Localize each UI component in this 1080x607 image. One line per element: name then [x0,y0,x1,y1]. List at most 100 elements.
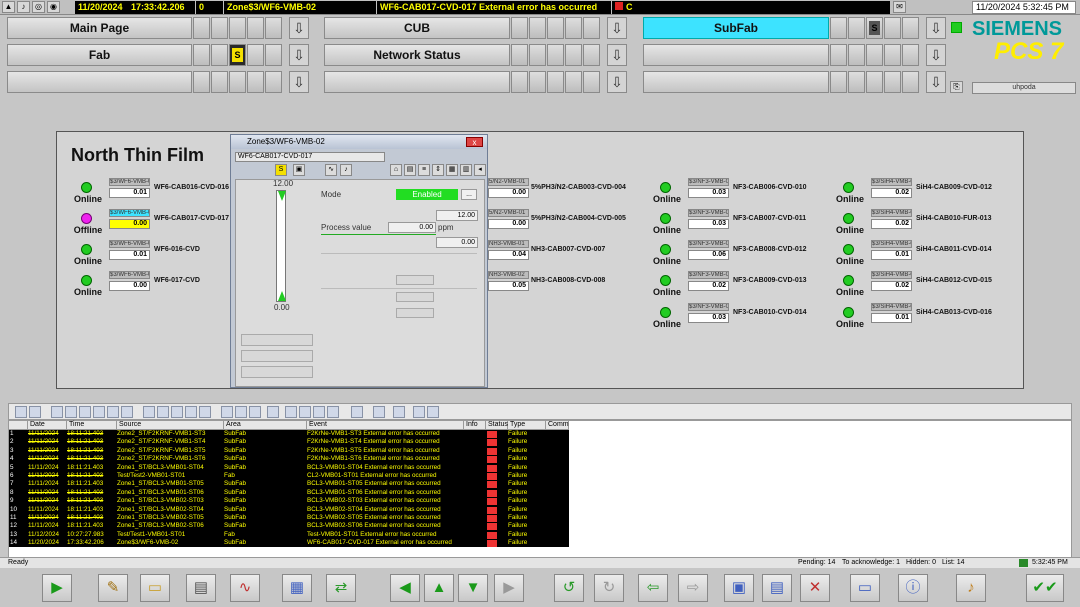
home-icon[interactable]: ⌂ [390,164,402,176]
acknowledge-icon[interactable]: ♪ [17,1,30,13]
table-row[interactable]: 14 11/20/2024 17:33:42.206 Zone$3/WF6-VMB-0… [9,539,569,548]
arrow-down-icon[interactable]: ⇩ [607,44,627,66]
last-icon[interactable] [327,406,339,418]
report-icon[interactable]: ▤ [186,574,216,602]
device-block[interactable]: Offline $3/WF6-VMB-0 0.00 WF6-CAB017-CVD… [72,209,252,239]
table-row[interactable]: 12 11/11/2024 18:11:21.403 Zone1_ST/BCL3-VM… [9,522,569,531]
tools-icon[interactable]: ✎ [98,574,128,602]
horn-icon[interactable]: ▲ [2,1,15,13]
area-empty-button[interactable] [324,71,510,93]
delete-picture-icon[interactable]: ✕ [800,574,830,602]
clipboard-icon[interactable]: ▦ [282,574,312,602]
arrow-down-icon[interactable]: ▼ [458,574,488,602]
document-icon[interactable]: ▤ [404,164,416,176]
undo-icon[interactable]: ↺ [554,574,584,602]
empty-button[interactable] [241,334,313,346]
table-row[interactable]: 2 11/11/2024 18:11:21.403 Zone2_ST/F2KRNF-V… [9,438,569,447]
table-row[interactable]: 13 11/12/2024 10:27:27.983 Test/Test1-VMB01… [9,530,569,540]
select-icon[interactable] [157,406,169,418]
device-block[interactable]: 5/N2-VMB-01 0.00 5%PH3/N2-CAB003-CVD-004 [488,178,668,208]
column-header-info[interactable]: Info [464,421,486,430]
mode-button[interactable]: ... [461,189,477,200]
high-limit-field[interactable]: 12.00 [436,210,478,221]
save-picture-icon[interactable]: ▤ [762,574,792,602]
trend-icon[interactable]: ∿ [230,574,260,602]
sort-icon[interactable] [143,406,155,418]
low-limit-field[interactable]: 0.00 [436,237,478,248]
area-main-page-button[interactable]: Main Page [7,17,192,39]
table-row[interactable]: 9 11/11/2024 18:11:21.403 Zone1_ST/BCL3-VMB… [9,497,569,506]
parameter-icon[interactable]: ≡ [418,164,430,176]
device-block[interactable]: NH3-VMB-02 0.05 NH3-CAB008-CVD-008 [488,271,668,301]
column-header-area[interactable]: Area [224,421,307,430]
empty-button[interactable] [241,350,313,362]
column-header-date[interactable]: Date [28,421,67,430]
area-fab-button[interactable]: Fab [7,44,192,66]
previous-icon[interactable] [299,406,311,418]
arrow-up-icon[interactable]: ▲ [424,574,454,602]
area-cub-button[interactable]: CUB [324,17,510,39]
table-row[interactable]: 1 11/11/2024 18:11:21.403 Zone2_ST/F2KRNF-V… [9,430,569,439]
help-icon[interactable] [15,406,27,418]
acknowledge-all-icon[interactable] [65,406,77,418]
device-block[interactable]: Online $3/WF6-VMB-0 0.01 WF6-016-CVD [72,240,252,270]
first-icon[interactable] [285,406,297,418]
table-row[interactable]: 4 11/11/2024 18:11:21.403 Zone2_ST/F2KRNF-V… [9,455,569,464]
arrow-down-icon[interactable]: ⇩ [926,17,946,39]
faceplate-title[interactable]: Zone$3/WF6-VMB-02 [231,135,487,149]
device-block[interactable]: Online $3/SiH4-VMB-04 0.02 SiH4-CAB012-C… [834,271,1014,301]
export-icon[interactable] [221,406,233,418]
close-icon[interactable]: x [466,137,483,147]
monitor-icon[interactable]: ▭ [850,574,880,602]
message-icon[interactable]: ✉ [893,1,906,13]
trend-icon[interactable]: ∿ [325,164,337,176]
reset-icon[interactable]: ◉ [47,1,60,13]
user-field[interactable]: uhpoda [972,82,1076,94]
picture-tree-icon[interactable]: ⇄ [326,574,356,602]
area-empty-button[interactable] [643,44,829,66]
arrow-down-icon[interactable]: ⇩ [289,44,309,66]
s-icon[interactable]: S [275,164,287,176]
device-block[interactable]: Online $3/NF3-VMB-01 0.03 NF3-CAB006-CVD… [651,178,831,208]
device-block[interactable]: Online $3/NF3-VMB-04 0.02 NF3-CAB009-CVD… [651,271,831,301]
device-block[interactable]: Online $3/SiH4-VMB-02 0.02 SiH4-CAB010-F… [834,209,1014,239]
arrow-down-icon[interactable]: ⇩ [289,17,309,39]
table-row[interactable]: 3 11/11/2024 18:11:21.403 Zone2_ST/F2KRNF-V… [9,446,569,456]
faceplate-window[interactable]: Zone$3/WF6-VMB-02 x WF6-CAB017-CVD-017 S… [230,134,488,388]
settings-icon[interactable]: ◎ [32,1,45,13]
device-block[interactable]: Online $3/WF6-VMB-0 0.00 WF6-017-CVD [72,271,252,301]
store-picture-icon[interactable]: ▣ [724,574,754,602]
filter-icon[interactable] [107,406,119,418]
device-block[interactable]: Online $3/SiH4-VMB-05 0.01 SiH4-CAB013-C… [834,303,1014,333]
scroll-icon[interactable] [267,406,279,418]
picture-back-icon[interactable]: ⇦ [638,574,668,602]
acknowledge-icon[interactable] [51,406,63,418]
unhide-icon[interactable] [185,406,197,418]
device-block[interactable]: Online $3/NF3-VMB-02 0.03 NF3-CAB007-CVD… [651,209,831,239]
table-row[interactable]: 8 11/11/2024 18:11:21.403 Zone1_ST/BCL3-VMB… [9,488,569,498]
comment-icon[interactable] [351,406,363,418]
area-status-s[interactable]: S [866,17,883,39]
table-row[interactable]: 10 11/11/2024 18:11:21.403 Zone1_ST/BCL3-VM… [9,505,569,514]
arrow-left-icon[interactable]: ◀ [390,574,420,602]
column-header-type[interactable]: Type [508,421,546,430]
mode-value[interactable]: Enabled [396,189,458,200]
redo-icon[interactable]: ↻ [594,574,624,602]
device-block[interactable]: Online $3/NF3-VMB-05 0.03 NF3-CAB010-CVD… [651,303,831,333]
area-subfab-button[interactable]: SubFab [643,17,829,39]
column-header-status[interactable]: Status [486,421,508,430]
alarm-list[interactable]: Date Time Source Area Event Info Status … [8,420,1072,560]
arrow-down-icon[interactable]: ⇩ [926,44,946,66]
table-row[interactable]: 6 11/11/2024 18:11:21.403 Test/Test2-VMB01-… [9,471,569,481]
device-block[interactable]: Online $3/SiH4-VMB-03 0.01 SiH4-CAB011-C… [834,240,1014,270]
login-icon[interactable]: ⎘ [950,81,963,93]
device-block[interactable]: 5/N2-VMB-01 0.00 5%PH3/N2-CAB004-CVD-005 [488,209,668,239]
acknowledge-check-icon[interactable]: ✔✔ [1026,574,1064,602]
info-icon[interactable]: ⓘ [898,574,928,602]
device-block[interactable]: Online $3/NF3-VMB-03 0.06 NF3-CAB008-CVD… [651,240,831,270]
more-icon[interactable]: ◂ [474,164,486,176]
report-icon[interactable] [199,406,211,418]
folder-icon[interactable]: ▭ [140,574,170,602]
empty-button[interactable] [241,366,313,378]
horn-icon[interactable]: ♪ [340,164,352,176]
